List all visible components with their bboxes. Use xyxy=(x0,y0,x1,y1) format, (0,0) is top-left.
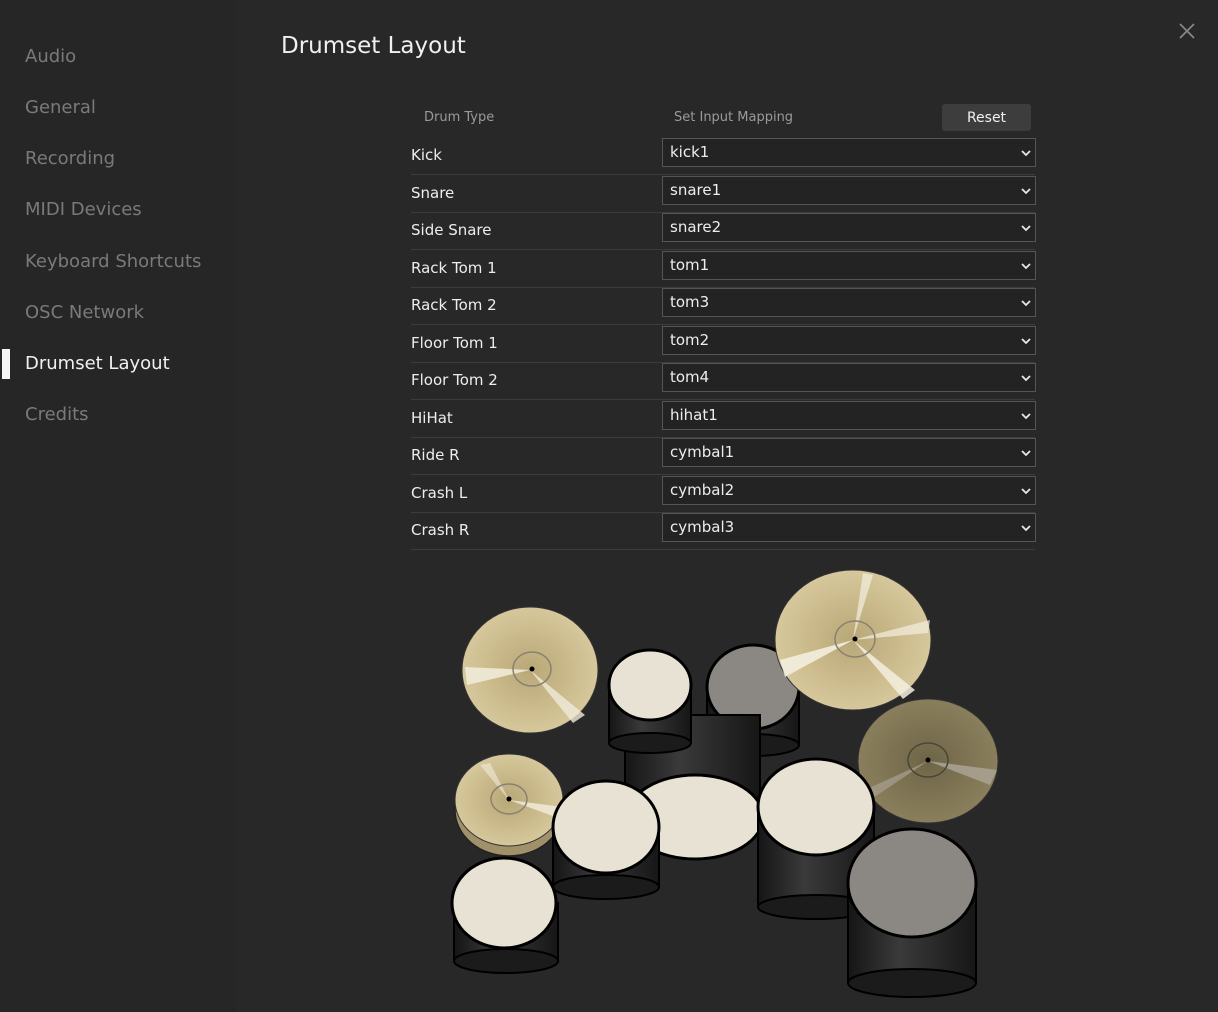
sidebar-item-drumset-layout[interactable]: Drumset Layout xyxy=(25,351,170,377)
side-snare-drum xyxy=(450,856,559,974)
drum-type-label: Rack Tom 2 xyxy=(411,296,497,314)
input-mapping-select-rack-tom-1[interactable]: tom1 xyxy=(662,250,1036,280)
chevron-down-icon xyxy=(1021,525,1031,532)
drum-row-side-snare: Side Snare snare2 xyxy=(411,212,1036,250)
sidebar-item-recording[interactable]: Recording xyxy=(25,146,115,172)
drum-type-label: Side Snare xyxy=(411,221,492,239)
drum-type-label: Ride R xyxy=(411,446,460,464)
sidebar-item-credits[interactable]: Credits xyxy=(25,402,89,428)
drum-type-label: Snare xyxy=(411,183,455,202)
input-mapping-select-ride-r[interactable]: cymbal1 xyxy=(662,438,1036,467)
page-title: Drumset Layout xyxy=(281,33,466,59)
chevron-down-icon xyxy=(1021,187,1031,194)
ride-r-cymbal xyxy=(774,569,932,711)
chevron-down-icon xyxy=(1021,375,1031,382)
input-mapping-select-crash-l[interactable]: cymbal2 xyxy=(662,475,1036,505)
crash-r-cymbal xyxy=(857,698,999,824)
input-mapping-value: snare2 xyxy=(670,218,722,236)
drum-type-label: Kick xyxy=(411,146,442,164)
input-mapping-value: cymbal3 xyxy=(670,518,735,536)
input-mapping-value: hihat1 xyxy=(670,405,718,424)
chevron-down-icon xyxy=(1021,300,1031,307)
close-icon xyxy=(1179,23,1195,39)
drum-type-label: Floor Tom 1 xyxy=(411,333,498,352)
chevron-down-icon xyxy=(1021,225,1031,232)
drum-row-floor-tom-2: Floor Tom 2 tom4 xyxy=(411,362,1036,400)
drumset-illustration xyxy=(450,569,999,998)
rack-tom-1-drum xyxy=(607,648,693,754)
input-mapping-select-floor-tom-1[interactable]: tom2 xyxy=(662,325,1036,355)
floor-tom-2-drum xyxy=(846,827,978,998)
sidebar-item-osc-network[interactable]: OSC Network xyxy=(25,300,144,326)
close-button[interactable] xyxy=(1174,18,1200,44)
input-mapping-select-side-snare[interactable]: snare2 xyxy=(662,213,1036,242)
input-mapping-select-crash-r[interactable]: cymbal3 xyxy=(662,513,1036,542)
chevron-down-icon xyxy=(1021,412,1031,419)
drum-type-label: Floor Tom 2 xyxy=(411,371,498,389)
snare-drum xyxy=(551,779,661,900)
drum-row-crash-r: Crash R cymbal3 xyxy=(411,512,1036,550)
input-mapping-value: cymbal1 xyxy=(670,443,735,461)
input-mapping-value: snare1 xyxy=(670,180,722,199)
sidebar-item-midi-devices[interactable]: MIDI Devices xyxy=(25,197,142,223)
drum-type-label: Rack Tom 1 xyxy=(411,258,497,277)
input-mapping-select-rack-tom-2[interactable]: tom3 xyxy=(662,288,1036,317)
settings-sidebar: Audio General Recording MIDI Devices Key… xyxy=(0,0,236,1012)
chevron-down-icon xyxy=(1021,450,1031,457)
crash-l-cymbal xyxy=(461,606,599,734)
chevron-down-icon xyxy=(1021,262,1031,269)
chevron-down-icon xyxy=(1021,337,1031,344)
active-item-indicator xyxy=(2,349,10,379)
reset-button[interactable]: Reset xyxy=(942,104,1031,131)
drum-type-label: Crash L xyxy=(411,483,468,502)
drum-type-label: HiHat xyxy=(411,408,453,427)
sidebar-item-general[interactable]: General xyxy=(25,95,96,121)
drum-row-snare: Snare snare1 xyxy=(411,175,1036,213)
drum-row-ride-r: Ride R cymbal1 xyxy=(411,437,1036,475)
drum-row-kick: Kick kick1 xyxy=(411,137,1036,175)
input-mapping-select-hihat[interactable]: hihat1 xyxy=(662,400,1036,430)
drum-row-rack-tom-1: Rack Tom 1 tom1 xyxy=(411,250,1036,288)
chevron-down-icon xyxy=(1021,487,1031,494)
input-mapping-value: tom3 xyxy=(670,293,710,311)
input-mapping-value: tom1 xyxy=(670,255,710,274)
drum-row-hihat: HiHat hihat1 xyxy=(411,400,1036,438)
drum-type-label: Crash R xyxy=(411,521,470,539)
drum-row-crash-l: Crash L cymbal2 xyxy=(411,475,1036,513)
hihat-cymbal xyxy=(454,753,564,857)
input-mapping-value: kick1 xyxy=(670,143,710,161)
sidebar-item-audio[interactable]: Audio xyxy=(25,44,76,70)
input-mapping-select-snare[interactable]: snare1 xyxy=(662,175,1036,205)
drum-row-rack-tom-2: Rack Tom 2 tom3 xyxy=(411,287,1036,325)
input-mapping-value: cymbal2 xyxy=(670,480,735,499)
input-mapping-value: tom2 xyxy=(670,330,710,349)
drum-row-floor-tom-1: Floor Tom 1 tom2 xyxy=(411,325,1036,363)
input-mapping-select-floor-tom-2[interactable]: tom4 xyxy=(662,363,1036,392)
input-mapping-select-kick[interactable]: kick1 xyxy=(662,138,1036,167)
input-mapping-value: tom4 xyxy=(670,368,710,386)
column-header-drum-type: Drum Type xyxy=(424,110,495,125)
column-header-input-mapping: Set Input Mapping xyxy=(674,110,794,125)
sidebar-item-keyboard-shortcuts[interactable]: Keyboard Shortcuts xyxy=(25,249,201,275)
chevron-down-icon xyxy=(1021,150,1031,157)
